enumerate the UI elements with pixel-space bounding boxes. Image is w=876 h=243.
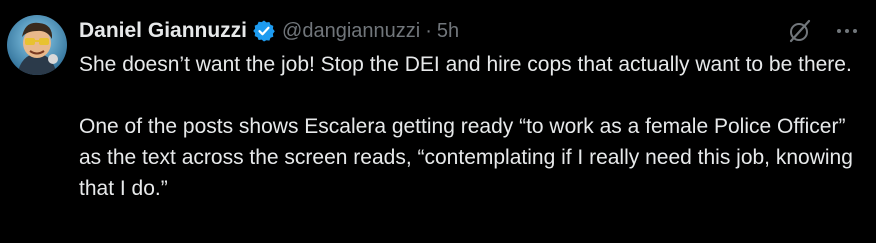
grok-icon[interactable] [787, 18, 813, 44]
post-text: She doesn’t want the job! Stop the DEI a… [79, 49, 869, 204]
separator-dot: · [425, 19, 432, 42]
post-header: Daniel Giannuzzi @dangiannuzzi · 5h [79, 16, 459, 46]
post-timestamp[interactable]: 5h [437, 20, 459, 43]
post-paragraph-2: One of the posts shows Escalera getting … [79, 115, 859, 200]
user-handle[interactable]: @dangiannuzzi [282, 20, 420, 43]
more-options-icon[interactable] [834, 18, 860, 44]
verified-badge-icon[interactable] [252, 19, 276, 43]
display-name[interactable]: Daniel Giannuzzi [79, 19, 247, 43]
post-paragraph-1: She doesn’t want the job! Stop the DEI a… [79, 53, 852, 76]
post: Daniel Giannuzzi @dangiannuzzi · 5h She … [0, 0, 876, 243]
avatar[interactable] [7, 15, 67, 75]
